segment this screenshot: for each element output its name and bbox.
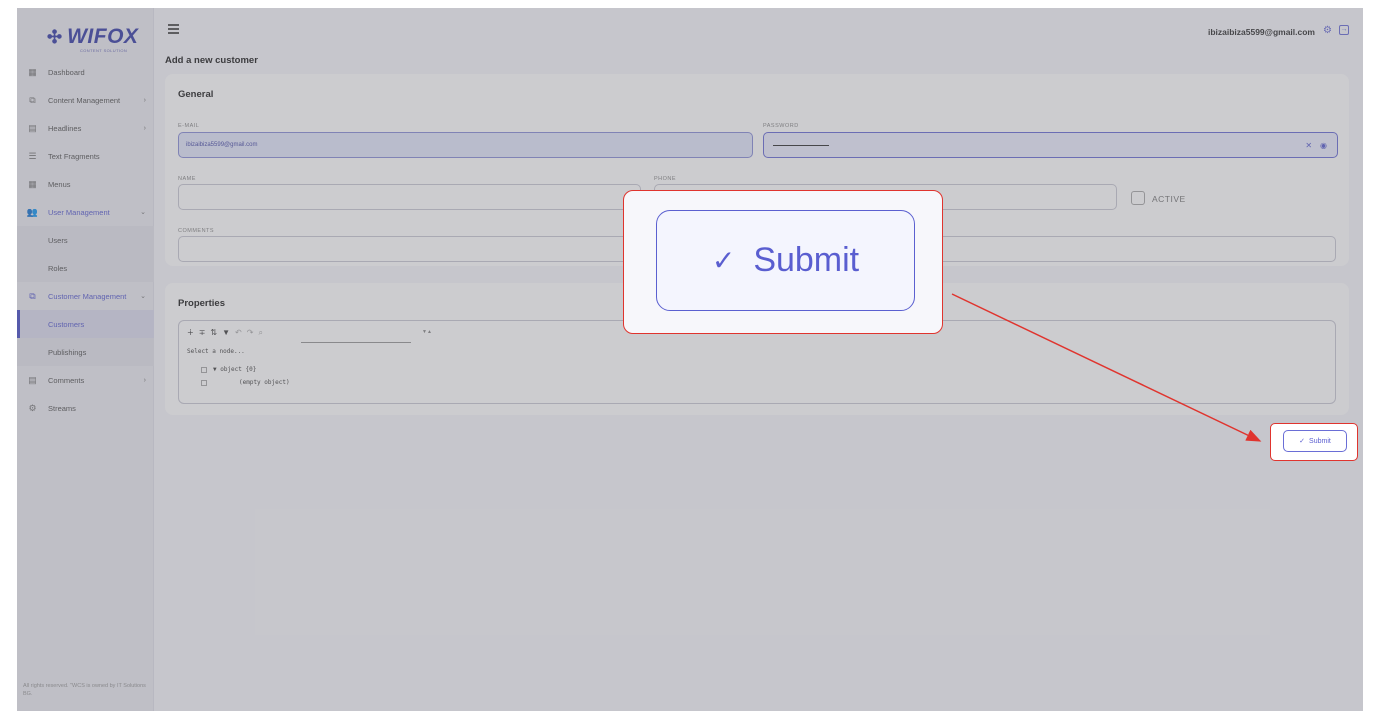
expand-all-icon[interactable]: ∔ bbox=[187, 328, 194, 338]
headlines-icon: ▤ bbox=[28, 122, 37, 133]
page-title: Add a new customer bbox=[165, 55, 258, 66]
sidebar-item-label: Headlines bbox=[48, 123, 82, 133]
comments-label: COMMENTS bbox=[178, 228, 215, 234]
settings-gear-icon[interactable]: ⚙ bbox=[1323, 25, 1332, 36]
tree-node-label: ▼ object {0} bbox=[213, 366, 257, 373]
logo-mark-icon: ✣ bbox=[47, 27, 63, 47]
zoom-callout: ✓ Submit bbox=[623, 190, 943, 334]
sidebar-item-publishings[interactable]: Publishings bbox=[17, 338, 154, 366]
sidebar-item-label: Streams bbox=[48, 403, 76, 413]
sidebar-item-streams[interactable]: ⚙ Streams bbox=[17, 394, 154, 422]
redo-icon[interactable]: ↷ bbox=[247, 328, 254, 338]
logo-subtitle: CONTENT SOLUTION bbox=[80, 48, 128, 53]
password-label: PASSWORD bbox=[763, 123, 799, 129]
sidebar-item-customers[interactable]: Customers bbox=[17, 310, 154, 338]
sidebar-item-label: Content Management bbox=[48, 95, 121, 105]
check-icon: ✓ bbox=[1299, 438, 1306, 445]
logo-text: WIFOX bbox=[67, 25, 139, 48]
sidebar-item-label: Users bbox=[48, 235, 68, 245]
tree-node-label: (empty object) bbox=[239, 379, 290, 386]
drag-handle-icon[interactable] bbox=[201, 366, 207, 373]
sidebar-item-label: Comments bbox=[48, 375, 85, 385]
search-icon[interactable]: ⌕ bbox=[258, 328, 262, 338]
content-icon: ⧉ bbox=[29, 94, 36, 105]
app-frame: ✣ WIFOX CONTENT SOLUTION ▦ Dashboard ⧉ C… bbox=[17, 8, 1363, 711]
streams-gear-icon: ⚙ bbox=[28, 402, 37, 413]
sort-icon[interactable]: ⇅ bbox=[210, 328, 217, 338]
chevron-down-icon: ⌄ bbox=[140, 209, 146, 216]
sidebar-item-user-management[interactable]: 👥 User Management ⌄ bbox=[17, 198, 154, 226]
sidebar-nav: ▦ Dashboard ⧉ Content Management › ▤ Hea… bbox=[17, 58, 154, 422]
dashboard-icon: ▦ bbox=[28, 66, 37, 77]
users-group-icon: 👥 bbox=[26, 206, 39, 217]
sidebar-item-roles[interactable]: Roles bbox=[17, 254, 154, 282]
hamburger-menu-icon[interactable] bbox=[168, 24, 179, 36]
highlight-box: ✓ Submit bbox=[1270, 423, 1358, 461]
sidebar-item-label: Menus bbox=[48, 179, 71, 189]
password-mask bbox=[773, 144, 829, 146]
sidebar-item-comments[interactable]: ▤ Comments › bbox=[17, 366, 154, 394]
properties-title: Properties bbox=[178, 298, 225, 309]
chevron-down-icon: ⌄ bbox=[140, 293, 146, 300]
sidebar-item-dashboard[interactable]: ▦ Dashboard bbox=[17, 58, 154, 86]
search-nav-icon[interactable]: ▼▲ bbox=[422, 329, 432, 335]
submit-button[interactable]: ✓ Submit bbox=[1283, 430, 1347, 452]
check-icon: ✓ bbox=[711, 245, 736, 276]
collapse-all-icon[interactable]: ∓ bbox=[199, 328, 206, 338]
active-checkbox[interactable] bbox=[1131, 191, 1145, 205]
text-fragments-icon: ☰ bbox=[28, 150, 37, 161]
filter-icon[interactable]: ▼ bbox=[222, 328, 230, 338]
general-title: General bbox=[178, 89, 214, 100]
sidebar-item-users[interactable]: Users bbox=[17, 226, 154, 254]
email-field[interactable]: ibizaibiza5599@gmail.com bbox=[178, 132, 753, 158]
editor-search-input[interactable] bbox=[301, 329, 411, 343]
sidebar-item-menus[interactable]: ▦ Menus bbox=[17, 170, 154, 198]
sidebar-item-label: Customers bbox=[48, 319, 85, 329]
logout-icon[interactable]: → bbox=[1339, 25, 1349, 35]
sidebar-item-label: Roles bbox=[48, 263, 68, 273]
submit-label: Submit bbox=[1309, 437, 1331, 445]
tree-row-empty[interactable]: (empty object) bbox=[201, 379, 290, 386]
name-label: NAME bbox=[178, 176, 196, 182]
comments-icon: ▤ bbox=[28, 374, 37, 385]
sidebar-item-label: Customer Management bbox=[48, 291, 127, 301]
footer-copyright: All rights reserved. "WCS is owned by IT… bbox=[23, 683, 146, 697]
editor-toolbar: ∔ ∓ ⇅ ▼ ↶ ↷ ⌕ bbox=[187, 328, 263, 338]
chevron-right-icon: › bbox=[143, 124, 146, 132]
sidebar-item-content-management[interactable]: ⧉ Content Management › bbox=[17, 86, 154, 114]
customer-management-icon: ⧉ bbox=[29, 290, 36, 301]
email-label: E-MAIL bbox=[178, 123, 200, 129]
user-email: ibizaibiza5599@gmail.com bbox=[1207, 27, 1315, 37]
eye-icon[interactable]: ◉ bbox=[1320, 141, 1327, 150]
undo-icon[interactable]: ↶ bbox=[235, 328, 242, 338]
tree-row-root[interactable]: ▼ object {0} bbox=[201, 366, 256, 373]
chevron-right-icon: › bbox=[143, 376, 146, 384]
drag-handle-icon[interactable] bbox=[201, 379, 207, 386]
password-field[interactable]: ✕ ◉ bbox=[763, 132, 1338, 158]
sidebar-item-label: Publishings bbox=[48, 347, 87, 357]
menus-icon: ▦ bbox=[28, 178, 37, 189]
phone-label: PHONE bbox=[654, 176, 677, 182]
sidebar-item-label: Dashboard bbox=[48, 67, 85, 77]
sidebar: ✣ WIFOX CONTENT SOLUTION ▦ Dashboard ⧉ C… bbox=[17, 8, 154, 711]
sidebar-item-customer-management[interactable]: ⧉ Customer Management ⌄ bbox=[17, 282, 154, 310]
name-field[interactable] bbox=[178, 184, 641, 210]
sidebar-item-text-fragments[interactable]: ☰ Text Fragments bbox=[17, 142, 154, 170]
submit-label: Submit bbox=[753, 241, 860, 279]
sidebar-item-label: User Management bbox=[48, 207, 110, 217]
sidebar-item-headlines[interactable]: ▤ Headlines › bbox=[17, 114, 154, 142]
chevron-right-icon: › bbox=[143, 96, 146, 104]
sidebar-item-label: Text Fragments bbox=[48, 151, 100, 161]
editor-hint: Select a node... bbox=[187, 348, 245, 355]
topbar: ibizaibiza5599@gmail.com ⚙ → bbox=[154, 8, 1363, 46]
active-label: ACTIVE bbox=[1152, 194, 1186, 204]
clear-icon[interactable]: ✕ bbox=[1305, 141, 1312, 150]
submit-button-zoomed[interactable]: ✓ Submit bbox=[656, 210, 915, 311]
